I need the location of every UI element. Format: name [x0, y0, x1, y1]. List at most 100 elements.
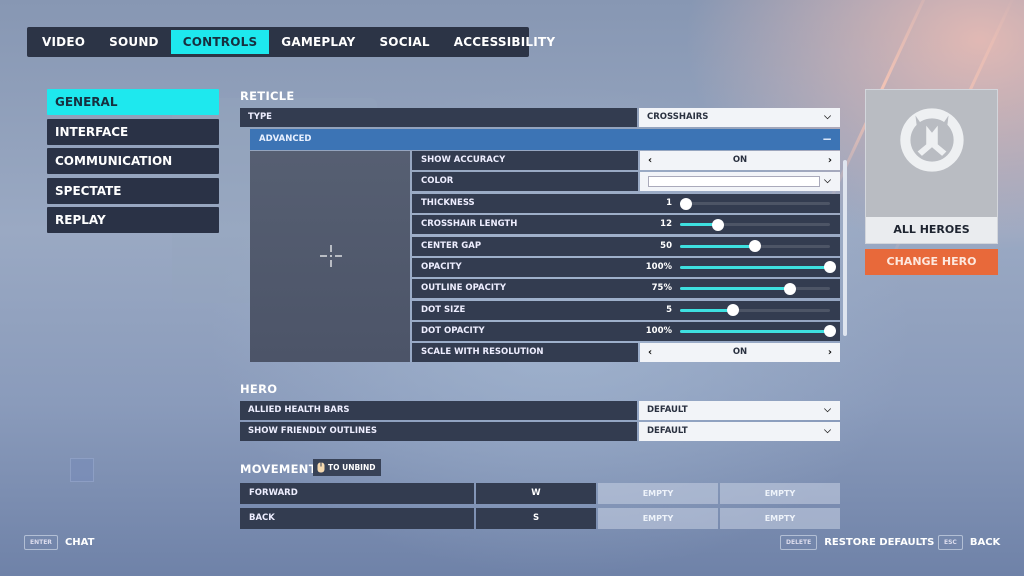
slider-fill: [680, 329, 830, 333]
show-friendly-outlines-label: SHOW FRIENDLY OUTLINES: [240, 422, 637, 441]
subnav-item-spectate[interactable]: SPECTATE: [47, 177, 219, 204]
hero-section-title: HERO: [240, 382, 278, 396]
back-action[interactable]: ESC BACK: [938, 535, 1000, 550]
collapse-icon[interactable]: −: [822, 129, 832, 150]
tab-social[interactable]: SOCIAL: [367, 30, 441, 54]
back-label: BACK: [969, 537, 1001, 548]
slider-row: DOT OPACITY 100%: [412, 321, 840, 341]
unbind-hint: TO UNBIND: [313, 459, 382, 476]
slider-row: DOT SIZE 5: [412, 300, 840, 320]
reticle-type-label: TYPE: [240, 108, 637, 127]
slider-thumb[interactable]: [749, 240, 761, 253]
color-label: COLOR: [412, 172, 638, 191]
chat-action[interactable]: ENTER CHAT: [24, 535, 94, 550]
tab-accessibility[interactable]: ACCESSIBILITY: [442, 30, 568, 54]
slider-fill: [680, 244, 755, 248]
subnav-item-replay[interactable]: REPLAY: [47, 207, 219, 233]
subnav-item-communication[interactable]: COMMUNICATION: [47, 148, 219, 174]
slider-track[interactable]: [680, 197, 830, 210]
chevron-left-icon[interactable]: ‹: [648, 151, 652, 170]
reticle-type-row: TYPE CROSSHAIRS ⌵: [240, 108, 840, 127]
allied-health-bars-row: ALLIED HEALTH BARS DEFAULT ⌵: [240, 401, 840, 420]
slider-label: DOT OPACITY: [421, 325, 485, 336]
slider-track[interactable]: [680, 282, 830, 295]
chevron-down-icon: ⌵: [824, 112, 831, 122]
slider-row: OPACITY 100%: [412, 257, 840, 277]
restore-defaults-action[interactable]: DELETE RESTORE DEFAULTS: [780, 535, 934, 550]
chevron-down-icon: ⌵: [824, 405, 831, 415]
slider-thumb[interactable]: [726, 304, 739, 316]
chevron-down-icon: ⌵: [824, 426, 831, 436]
scale-with-resolution-row: SCALE WITH RESOLUTION ‹ ON ›: [412, 343, 840, 362]
subnav-item-general[interactable]: GENERAL: [47, 89, 219, 115]
slider-value: 12: [660, 219, 672, 230]
color-row: COLOR ⌵: [412, 172, 840, 191]
reticle-section-title: RETICLE: [240, 89, 295, 103]
chevron-right-icon[interactable]: ›: [828, 343, 832, 362]
reticle-type-dropdown[interactable]: CROSSHAIRS ⌵: [639, 108, 840, 127]
slider-thumb[interactable]: [783, 282, 796, 295]
show-accuracy-selector[interactable]: ‹ ON ›: [640, 151, 840, 170]
keybind-alt-1[interactable]: EMPTY: [598, 483, 718, 504]
slider-fill: [680, 308, 733, 312]
slider-value: 75%: [651, 283, 672, 294]
slider-fill: [680, 287, 790, 291]
show-friendly-outlines-value: DEFAULT: [647, 426, 688, 436]
change-hero-button[interactable]: CHANGE HERO: [865, 249, 998, 275]
keybind-row: FORWARD W EMPTY EMPTY: [240, 483, 840, 504]
keybind-alt-1[interactable]: EMPTY: [598, 508, 718, 529]
slider-row: THICKNESS 1: [412, 194, 840, 213]
tab-video[interactable]: VIDEO: [30, 30, 97, 54]
color-dropdown[interactable]: ⌵: [640, 172, 840, 191]
slider-thumb[interactable]: [824, 325, 836, 338]
chevron-left-icon[interactable]: ‹: [648, 343, 652, 362]
slider-row: CENTER GAP 50: [412, 236, 840, 256]
slider-track[interactable]: [680, 240, 830, 253]
advanced-header[interactable]: ADVANCED −: [250, 129, 840, 150]
slider-label: OPACITY: [421, 261, 462, 272]
slider-track[interactable]: [680, 218, 830, 231]
crosshair-preview-icon: [320, 245, 342, 267]
slider-track[interactable]: [680, 325, 836, 338]
tab-sound[interactable]: SOUND: [97, 30, 171, 54]
slider-track[interactable]: [680, 261, 836, 274]
slider-value: 50: [660, 240, 672, 251]
slider-track[interactable]: [680, 304, 830, 316]
slider-fill: [680, 265, 830, 269]
slider-row: CROSSHAIR LENGTH 12: [412, 215, 840, 235]
keybind-action-label: BACK: [240, 508, 474, 529]
slider-value: 5: [666, 304, 672, 315]
slider-label: CENTER GAP: [421, 240, 482, 251]
chat-label: CHAT: [64, 537, 95, 548]
slider-thumb[interactable]: [824, 261, 836, 274]
chevron-right-icon[interactable]: ›: [828, 151, 832, 170]
slider-thumb[interactable]: [711, 218, 724, 231]
keybind-alt-2[interactable]: EMPTY: [720, 508, 840, 529]
slider-value: 100%: [645, 325, 672, 336]
advanced-label: ADVANCED: [259, 134, 312, 144]
keybind-primary[interactable]: S: [476, 508, 596, 529]
scrollbar[interactable]: [843, 160, 847, 336]
keybind-action-label: FORWARD: [240, 483, 474, 504]
enter-keycap: ENTER: [24, 535, 58, 550]
subnav-item-interface[interactable]: INTERFACE: [47, 118, 219, 145]
scale-with-resolution-selector[interactable]: ‹ ON ›: [640, 343, 840, 362]
allied-health-bars-dropdown[interactable]: DEFAULT ⌵: [639, 401, 840, 420]
show-accuracy-label: SHOW ACCURACY: [412, 151, 638, 170]
keybind-alt-2[interactable]: EMPTY: [720, 483, 840, 504]
slider-label: OUTLINE OPACITY: [421, 283, 506, 294]
hero-name: ALL HEROES: [866, 217, 997, 243]
show-accuracy-row: SHOW ACCURACY ‹ ON ›: [412, 151, 840, 170]
tab-controls[interactable]: CONTROLS: [170, 30, 270, 54]
reticle-type-value: CROSSHAIRS: [647, 112, 709, 122]
delete-keycap: DELETE: [780, 535, 818, 550]
slider-label: DOT SIZE: [421, 304, 466, 315]
keybind-row: BACK S EMPTY EMPTY: [240, 508, 840, 529]
slider-value: 1: [666, 198, 672, 208]
keybind-primary[interactable]: W: [476, 483, 596, 504]
tab-gameplay[interactable]: GAMEPLAY: [269, 30, 367, 54]
show-friendly-outlines-dropdown[interactable]: DEFAULT ⌵: [639, 422, 840, 441]
esc-keycap: ESC: [938, 535, 963, 550]
slider-thumb[interactable]: [680, 197, 692, 210]
background-square: [70, 458, 94, 482]
